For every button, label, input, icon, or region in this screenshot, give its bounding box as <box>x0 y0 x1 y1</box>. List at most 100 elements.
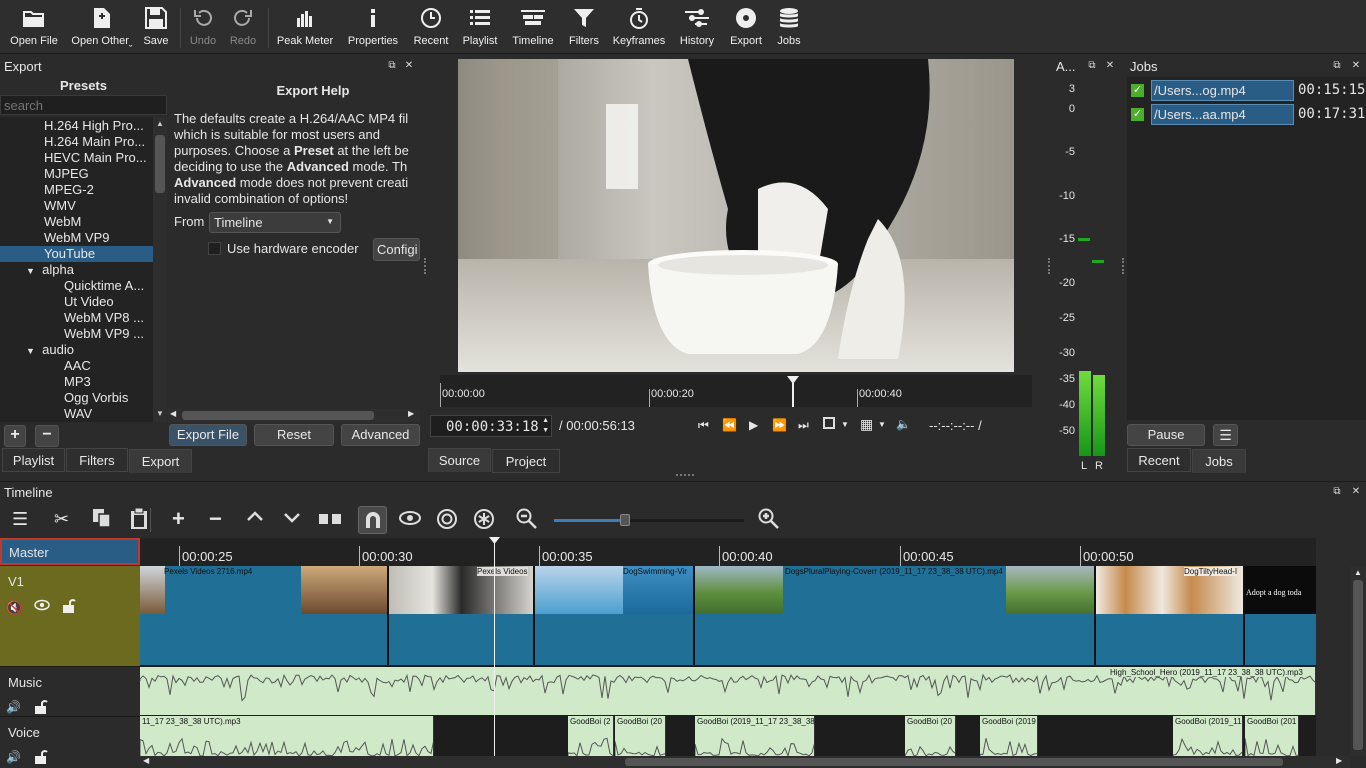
playhead-marker[interactable] <box>786 375 800 407</box>
hardware-encoder-checkbox[interactable] <box>208 242 221 255</box>
splitter-handle[interactable] <box>676 474 694 477</box>
speaker-icon[interactable]: 🔊 <box>6 750 21 764</box>
advanced-button[interactable]: Advanced <box>341 424 420 446</box>
unlock-icon[interactable] <box>62 598 76 617</box>
chevron-down-icon[interactable]: ▼ <box>878 420 886 429</box>
lift-chevron-up-icon[interactable] <box>246 510 264 525</box>
add-preset-button[interactable]: + <box>4 425 26 447</box>
close-icon[interactable]: ✕ <box>1104 60 1116 72</box>
float-icon[interactable]: ⧉ <box>1086 60 1098 72</box>
rewind-icon[interactable]: ⏪ <box>722 418 737 432</box>
splitter-handle[interactable] <box>1122 258 1124 274</box>
undo-button[interactable]: Undo <box>186 6 220 50</box>
remove-preset-button[interactable]: − <box>35 425 59 447</box>
tab-playlist[interactable]: Playlist <box>2 448 65 472</box>
splitter-handle[interactable] <box>1048 258 1050 274</box>
preset-item[interactable]: WebM VP9 <box>0 230 153 246</box>
preset-item-selected[interactable]: YouTube <box>0 246 153 262</box>
snap-magnet-button[interactable] <box>358 506 387 534</box>
timeline-vscrollbar[interactable]: ▲ <box>1350 566 1366 756</box>
preset-item[interactable]: HEVC Main Pro... <box>0 150 153 166</box>
video-clip[interactable]: Adopt a dog toda <box>1245 566 1316 665</box>
video-clip[interactable]: Pexels Videos <box>389 566 535 665</box>
voice-audio-clip[interactable]: GoodBoi (2019_11_17 23_38_38 <box>695 716 815 756</box>
voice-audio-clip[interactable]: GoodBoi (20 <box>615 716 666 756</box>
fast-forward-icon[interactable]: ⏩ <box>772 418 787 432</box>
video-clip[interactable]: DogTiltyHead-I <box>1096 566 1245 665</box>
open-other-button[interactable]: Open Otherˬ <box>70 6 134 50</box>
open-file-button[interactable]: Open File <box>8 6 60 50</box>
save-button[interactable]: Save <box>140 6 172 50</box>
zoom-out-icon[interactable] <box>516 508 538 533</box>
preset-item[interactable]: WAV <box>0 406 153 422</box>
preset-group-alpha[interactable]: ▼ alpha <box>0 262 153 278</box>
video-clip[interactable]: Pexels Videos 2716.mp4 <box>140 566 389 665</box>
grid-icon[interactable]: ▦ <box>860 416 873 433</box>
overwrite-chevron-down-icon[interactable] <box>283 512 301 527</box>
preset-item[interactable]: MP3 <box>0 374 153 390</box>
music-track-header[interactable]: Music 🔊 <box>0 666 140 716</box>
tracks-area[interactable]: Pexels Videos 2716.mp4 Pexels Videos Dog… <box>140 566 1316 756</box>
scroll-right-icon[interactable]: ▶ <box>1336 756 1342 765</box>
tab-filters[interactable]: Filters <box>66 448 128 472</box>
tab-source[interactable]: Source <box>428 448 491 472</box>
close-icon[interactable]: ✕ <box>1350 60 1362 72</box>
keyframes-button[interactable]: Keyframes <box>612 6 666 50</box>
preset-item[interactable]: Ogg Vorbis <box>0 390 153 406</box>
append-plus-icon[interactable]: + <box>172 506 185 532</box>
scroll-left-icon[interactable]: ◀ <box>143 756 149 765</box>
scroll-left-icon[interactable]: ◀ <box>170 409 176 418</box>
preset-group-audio[interactable]: ▼ audio <box>0 342 153 358</box>
voice-track-header[interactable]: Voice 🔊 <box>0 716 140 768</box>
splitter-handle[interactable] <box>424 258 426 274</box>
preset-item[interactable]: H.264 High Pro... <box>0 118 153 134</box>
close-icon[interactable]: ✕ <box>403 60 415 72</box>
voice-audio-clip[interactable]: GoodBoi (2019_11 <box>1173 716 1243 756</box>
mute-icon[interactable]: 🔇 <box>6 600 22 616</box>
preset-search-input[interactable] <box>0 95 167 115</box>
zoom-fit-icon[interactable] <box>823 417 835 429</box>
skip-to-end-icon[interactable]: ⏭ <box>798 418 809 433</box>
preset-item[interactable]: WebM VP9 ... <box>0 326 153 342</box>
voice-audio-clip[interactable]: GoodBoi (20 <box>905 716 956 756</box>
player-ruler[interactable]: 00:00:00 00:00:20 00:00:40 <box>440 375 1032 407</box>
export-button[interactable]: Export <box>728 6 764 50</box>
zoom-slider-handle[interactable] <box>620 514 630 526</box>
zoom-in-icon[interactable] <box>758 508 780 533</box>
export-file-button[interactable]: Export File <box>169 424 247 446</box>
voice-audio-clip[interactable]: GoodBoi (2019 <box>980 716 1038 756</box>
preset-item[interactable]: MPEG-2 <box>0 182 153 198</box>
scroll-up-icon[interactable]: ▲ <box>1354 568 1362 577</box>
scrollbar-thumb[interactable] <box>155 135 165 193</box>
speaker-icon[interactable]: 🔊 <box>6 700 21 714</box>
scrollbar-thumb[interactable] <box>1353 580 1363 750</box>
skip-to-start-icon[interactable]: ⏮ <box>698 418 709 433</box>
volume-icon[interactable]: 🔈 <box>896 417 911 431</box>
redo-button[interactable]: Redo <box>226 6 260 50</box>
preset-item[interactable]: WMV <box>0 198 153 214</box>
preset-item[interactable]: MJPEG <box>0 166 153 182</box>
tab-export[interactable]: Export <box>129 449 192 473</box>
history-button[interactable]: History <box>678 6 716 50</box>
scrollbar-thumb[interactable] <box>182 411 374 420</box>
configure-button[interactable]: Configi <box>373 238 420 261</box>
spin-arrows-icon[interactable]: ▲ ▼ <box>542 416 549 436</box>
scroll-down-icon[interactable]: ▼ <box>155 409 165 418</box>
play-icon[interactable]: ▶ <box>749 418 758 432</box>
pause-button[interactable]: Pause <box>1127 424 1205 446</box>
tab-recent[interactable]: Recent <box>1127 448 1191 472</box>
scrub-eye-icon[interactable] <box>399 510 421 531</box>
float-icon[interactable]: ⧉ <box>1331 60 1343 72</box>
playlist-button[interactable]: Playlist <box>461 6 499 50</box>
scissors-cut-icon[interactable]: ✂ <box>54 509 69 530</box>
ripple-delete-minus-icon[interactable]: − <box>209 506 222 532</box>
properties-button[interactable]: Properties <box>346 6 400 50</box>
peak-meter-button[interactable]: Peak Meter <box>276 6 334 50</box>
voice-audio-clip[interactable]: GoodBoi (2 <box>568 716 614 756</box>
filters-button[interactable]: Filters <box>566 6 602 50</box>
video-clip[interactable]: DogsPluralPlaying-Coverr (2019_11_17 23_… <box>695 566 1096 665</box>
presets-scrollbar[interactable]: ▲ ▼ <box>153 117 167 422</box>
reset-button[interactable]: Reset <box>254 424 334 446</box>
current-time-field[interactable]: 00:00:33:18 ▲ ▼ <box>430 415 552 437</box>
tab-jobs[interactable]: Jobs <box>1192 449 1246 473</box>
